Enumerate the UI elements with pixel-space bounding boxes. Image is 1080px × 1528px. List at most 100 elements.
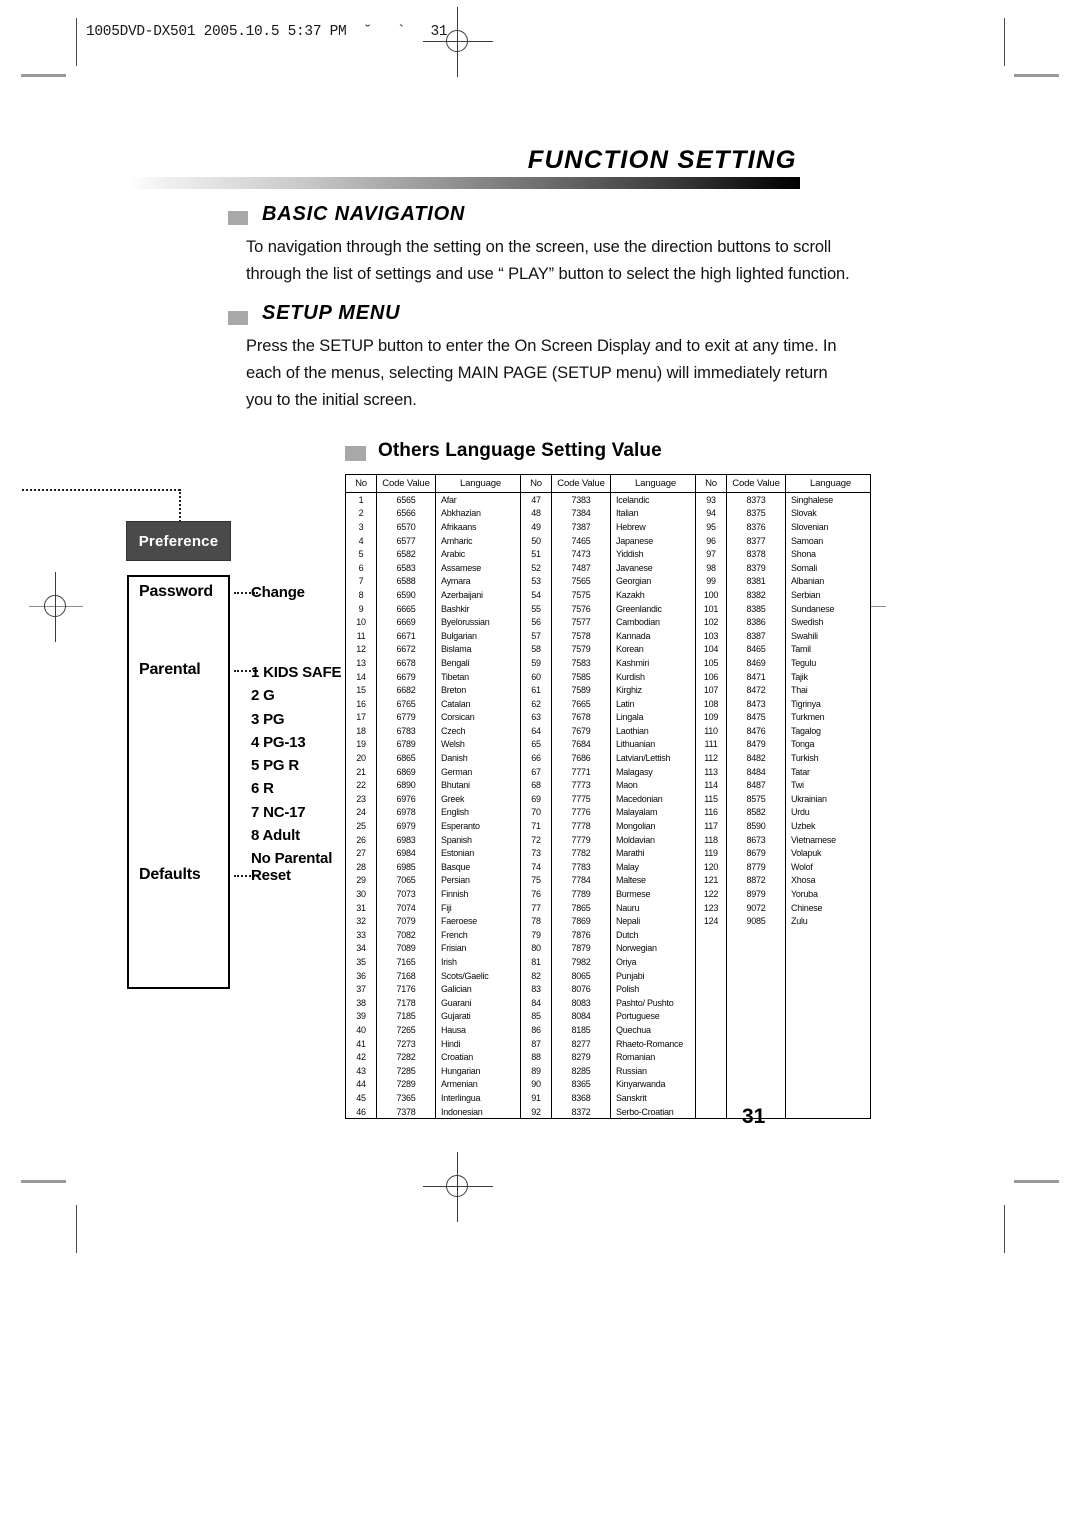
cell-language: Finnish: [435, 887, 521, 901]
preference-item-parental[interactable]: Parental: [139, 661, 201, 679]
cell-code-value: 6679: [376, 669, 436, 684]
cell-no: 95: [695, 520, 727, 534]
cell-code-value: 8487: [726, 778, 786, 793]
cell-language: German: [435, 764, 521, 779]
preference-option-pg-r[interactable]: 5 PG R: [251, 754, 341, 777]
cell-no: 25: [345, 819, 377, 833]
cell-no: 28: [345, 860, 377, 874]
cell-no: 88: [520, 1050, 552, 1064]
preference-tab[interactable]: Preference: [126, 521, 231, 561]
cell-code-value: 6865: [376, 751, 436, 765]
cell-code-value: 8582: [726, 805, 786, 820]
cell-code-value: 6669: [376, 615, 436, 629]
preference-option-kids-safe[interactable]: 1 KIDS SAFE: [251, 661, 342, 684]
cell-code-value: 8376: [726, 520, 786, 534]
cell-code-value: 6979: [376, 819, 436, 833]
preference-option-adult[interactable]: 8 Adult: [251, 824, 341, 847]
cell-language: Romanian: [610, 1050, 696, 1064]
cell-code-value: 7487: [551, 560, 611, 575]
cell-language: Turkmen: [785, 710, 871, 725]
cell-no: [695, 1009, 727, 1024]
table-row: 30 7073 Finnish 76 7789 Burmese 122 8979 Yoruba: [345, 887, 871, 901]
cell-language: Armenian: [435, 1077, 521, 1092]
cell-code-value: 8379: [726, 560, 786, 575]
preference-option-g[interactable]: 2 G: [251, 684, 341, 707]
cell-code-value: 7865: [551, 900, 611, 915]
cell-no: 48: [520, 506, 552, 521]
subsection-heading: Others Language Setting Value: [378, 440, 662, 461]
crop-mark-bottom-left-vertical: [76, 1205, 77, 1253]
cell-code-value: 6890: [376, 778, 436, 793]
cell-no: 69: [520, 792, 552, 806]
cell-no: 120: [695, 860, 727, 874]
preference-option-r[interactable]: 6 R: [251, 777, 341, 800]
cell-code-value: 8779: [726, 860, 786, 874]
cell-code-value: 7783: [551, 860, 611, 874]
cell-code-value: 7089: [376, 941, 436, 956]
section-bullet-setup-menu: [228, 311, 248, 325]
cell-no: 77: [520, 900, 552, 915]
language-code-table: No Code Value Language No Code Value Lan…: [345, 474, 871, 1120]
preference-item-password[interactable]: Password: [139, 583, 213, 601]
cell-code-value: 8476: [726, 724, 786, 738]
table-row: 17 6779 Corsican 63 7678 Lingala 109 8475 Turkme…: [345, 710, 871, 725]
cell-language: Georgian: [610, 574, 696, 589]
cell-language: Italian: [610, 506, 696, 521]
cell-code-value: 8076: [551, 982, 611, 996]
body-line: each of the menus, selecting MAIN PAGE (…: [246, 364, 828, 382]
cell-no: 16: [345, 696, 377, 711]
cell-language: Afrikaans: [435, 520, 521, 534]
preference-option-reset[interactable]: Reset: [251, 867, 291, 884]
cell-no: 71: [520, 819, 552, 833]
cell-code-value: 8279: [551, 1050, 611, 1064]
cell-code-value: 8375: [726, 506, 786, 521]
table-row: 34 7089 Frisian 80 7879 Norwegian: [345, 941, 871, 956]
preference-tab-label: Preference: [138, 532, 219, 550]
cell-code-value: 9085: [726, 914, 786, 928]
cell-code-value: 6978: [376, 805, 436, 820]
cell-no: 2: [345, 506, 377, 521]
cell-code-value: 8084: [551, 1009, 611, 1024]
cell-no: 1: [345, 492, 377, 507]
cell-no: 96: [695, 533, 727, 548]
cell-language: Kashmiri: [610, 656, 696, 670]
cell-no: 6: [345, 560, 377, 575]
cell-code-value: 7585: [551, 669, 611, 684]
cell-no: [695, 941, 727, 956]
cell-no: 94: [695, 506, 727, 521]
cell-language: Malagasy: [610, 764, 696, 779]
section-body-setup-menu: Press the SETUP button to enter the On S…: [246, 333, 837, 414]
cell-language: Faeroese: [435, 914, 521, 928]
cell-code-value: 8479: [726, 737, 786, 752]
table-row: 36 7168 Scots/Gaelic 82 8065 Punjabi: [345, 968, 871, 983]
table-row: 27 6984 Estonian 73 7782 Marathi 119 8679 Volapu…: [345, 846, 871, 861]
cell-no: 11: [345, 628, 377, 643]
cell-no: 110: [695, 724, 727, 738]
cell-no: 81: [520, 955, 552, 969]
preference-option-nc-17[interactable]: 7 NC-17: [251, 801, 341, 824]
cell-no: 89: [520, 1063, 552, 1078]
cell-no: 63: [520, 710, 552, 725]
table-row: 7 6588 Aymara 53 7565 Georgian 99 8381 Albanian: [345, 574, 871, 589]
cell-no: 29: [345, 873, 377, 888]
cell-language: Sundanese: [785, 601, 871, 616]
cell-code-value: 8083: [551, 995, 611, 1010]
cell-language: Sanskrit: [610, 1091, 696, 1105]
cell-code-value: 8465: [726, 642, 786, 657]
preference-option-pg[interactable]: 3 PG: [251, 708, 341, 731]
preference-option-change[interactable]: Change: [251, 584, 305, 601]
cell-no: 104: [695, 642, 727, 657]
preference-option-list-parental: 1 KIDS SAFE 2 G 3 PG 4 PG-13 5 PG R 6 R …: [251, 661, 342, 871]
crop-mark-top-left-horizontal: [21, 74, 66, 77]
cell-code-value: 8575: [726, 792, 786, 806]
cell-no: 123: [695, 900, 727, 915]
cell-language: Persian: [435, 873, 521, 888]
cell-code-value: 8679: [726, 846, 786, 861]
cell-language: Swahili: [785, 628, 871, 643]
cell-no: 9: [345, 601, 377, 616]
registration-mark-left: [21, 572, 91, 642]
cell-code-value: 6983: [376, 832, 436, 847]
cell-language: Punjabi: [610, 968, 696, 983]
preference-item-defaults[interactable]: Defaults: [139, 866, 201, 884]
preference-option-pg-13[interactable]: 4 PG-13: [251, 731, 341, 754]
